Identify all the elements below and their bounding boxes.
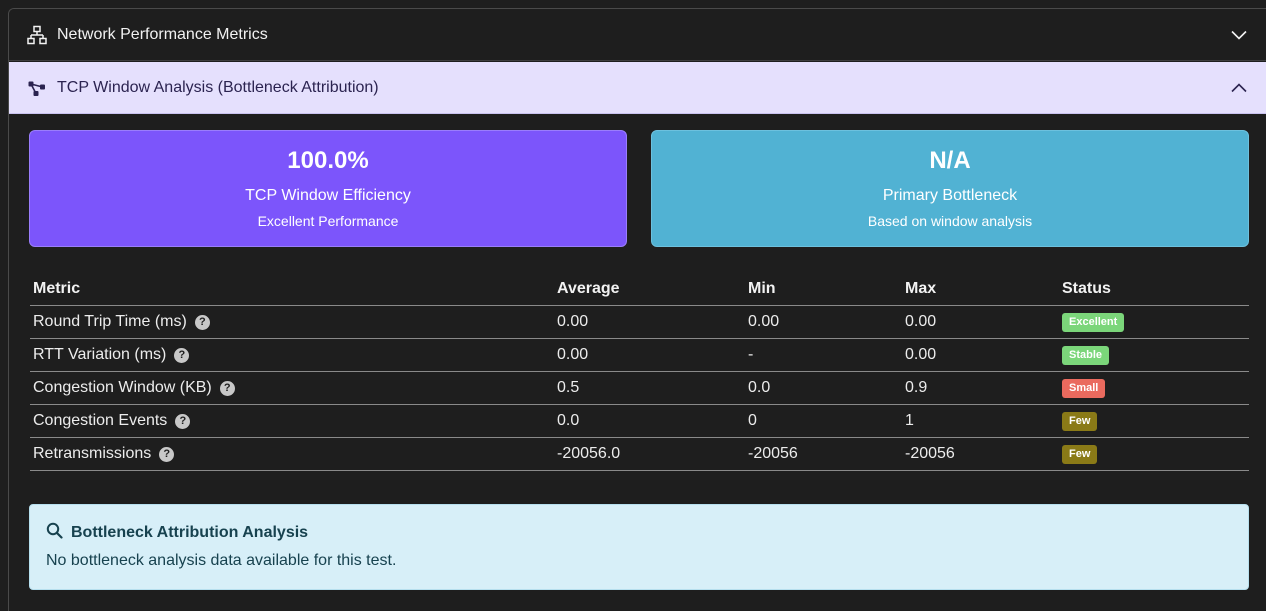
efficiency-label: TCP Window Efficiency	[245, 187, 411, 204]
tcp-window-title: TCP Window Analysis (Bottleneck Attribut…	[57, 78, 379, 96]
metric-name: Congestion Events	[33, 412, 168, 429]
help-icon[interactable]: ?	[174, 348, 190, 363]
chevron-up-icon[interactable]	[1230, 79, 1248, 97]
metric-name: Round Trip Time (ms)	[33, 313, 187, 330]
min-cell: -20056	[745, 437, 902, 471]
min-cell: 0.0	[745, 371, 902, 405]
efficiency-subtext: Excellent Performance	[257, 213, 399, 229]
page: Network Performance Metrics TCP Window A…	[0, 0, 1266, 611]
column-header-average: Average	[554, 273, 745, 306]
help-icon[interactable]: ?	[194, 315, 210, 330]
bottleneck-card: N/A Primary Bottleneck Based on window a…	[651, 130, 1249, 247]
network-metrics-accordion-header[interactable]: Network Performance Metrics	[9, 9, 1266, 61]
metric-name: Retransmissions	[33, 445, 152, 462]
max-cell: 0.9	[902, 371, 1059, 405]
max-cell: 0.00	[902, 305, 1059, 339]
alert-message: No bottleneck analysis data available fo…	[46, 552, 397, 569]
status-cell: Excellent	[1059, 305, 1249, 339]
average-cell: 0.5	[554, 371, 745, 405]
bottleneck-analysis-alert: Bottleneck Attribution Analysis No bottl…	[29, 504, 1249, 590]
help-icon[interactable]: ?	[175, 414, 191, 429]
min-cell: 0.00	[745, 305, 902, 339]
average-cell: -20056.0	[554, 437, 745, 471]
status-cell: Small	[1059, 371, 1249, 405]
max-cell: -20056	[902, 437, 1059, 471]
column-header-metric: Metric	[30, 273, 554, 306]
metric-cell: Round Trip Time (ms)?	[30, 305, 554, 339]
metric-cell: Congestion Window (KB)?	[30, 371, 554, 405]
status-badge: Excellent	[1062, 313, 1125, 332]
tcp-window-accordion-header[interactable]: TCP Window Analysis (Bottleneck Attribut…	[9, 62, 1266, 114]
bottleneck-subtext: Based on window analysis	[867, 213, 1033, 229]
metric-cell: Congestion Events?	[30, 404, 554, 438]
table-row: Congestion Events? 0.0 0 1 Few	[30, 404, 1249, 438]
chevron-down-icon[interactable]	[1230, 26, 1248, 44]
average-cell: 0.00	[554, 305, 745, 339]
max-cell: 0.00	[902, 338, 1059, 372]
share-nodes-icon	[27, 78, 47, 98]
average-cell: 0.00	[554, 338, 745, 372]
status-cell: Stable	[1059, 338, 1249, 372]
table-row: Round Trip Time (ms)? 0.00 0.00 0.00 Exc…	[30, 305, 1249, 339]
status-cell: Few	[1059, 404, 1249, 438]
alert-title-text: Bottleneck Attribution Analysis	[71, 524, 309, 541]
metrics-table: Metric Average Min Max Status Round Trip…	[30, 273, 1249, 471]
status-badge: Stable	[1062, 346, 1110, 365]
efficiency-value: 100.0%	[287, 147, 369, 174]
min-cell: -	[745, 338, 902, 372]
table-header-row: Metric Average Min Max Status	[30, 273, 1249, 306]
bottleneck-value: N/A	[929, 147, 971, 174]
min-cell: 0	[745, 404, 902, 438]
alert-title: Bottleneck Attribution Analysis	[46, 522, 308, 544]
accordion-panel: Network Performance Metrics TCP Window A…	[8, 8, 1266, 611]
metric-cell: Retransmissions?	[30, 437, 554, 471]
search-icon	[46, 522, 63, 544]
bottleneck-label: Primary Bottleneck	[882, 187, 1018, 204]
tcp-window-body: 100.0% TCP Window Efficiency Excellent P…	[9, 115, 1266, 611]
max-cell: 1	[902, 404, 1059, 438]
help-icon[interactable]: ?	[159, 447, 175, 462]
metric-cell: RTT Variation (ms)?	[30, 338, 554, 372]
status-badge: Small	[1062, 379, 1106, 398]
network-icon	[27, 25, 47, 45]
status-badge: Few	[1062, 412, 1098, 431]
status-badge: Few	[1062, 445, 1098, 464]
metric-name: Congestion Window (KB)	[33, 379, 212, 396]
average-cell: 0.0	[554, 404, 745, 438]
network-metrics-title: Network Performance Metrics	[57, 25, 268, 43]
table-row: Congestion Window (KB)? 0.5 0.0 0.9 Smal…	[30, 371, 1249, 405]
metric-name: RTT Variation (ms)	[33, 346, 167, 363]
status-cell: Few	[1059, 437, 1249, 471]
help-icon[interactable]: ?	[219, 381, 235, 396]
table-row: RTT Variation (ms)? 0.00 - 0.00 Stable	[30, 338, 1249, 372]
efficiency-card: 100.0% TCP Window Efficiency Excellent P…	[29, 130, 627, 247]
column-header-status: Status	[1059, 273, 1249, 306]
column-header-max: Max	[902, 273, 1059, 306]
column-header-min: Min	[745, 273, 902, 306]
table-row: Retransmissions? -20056.0 -20056 -20056 …	[30, 437, 1249, 471]
